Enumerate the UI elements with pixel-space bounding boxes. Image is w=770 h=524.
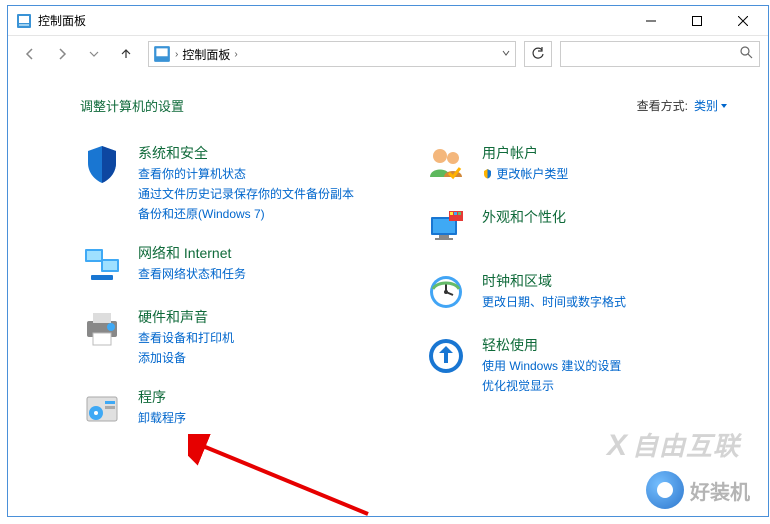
view-by-dropdown[interactable]: 类别 [694, 97, 728, 114]
category-title[interactable]: 时钟和区域 [482, 271, 626, 291]
category-network: 网络和 Internet 查看网络状态和任务 [80, 243, 384, 287]
users-icon [424, 143, 468, 187]
view-by-value: 类别 [694, 97, 718, 114]
category-system-security: 系统和安全 查看你的计算机状态 通过文件历史记录保存你的文件备份副本 备份和还原… [80, 143, 384, 223]
category-title[interactable]: 用户帐户 [482, 143, 568, 163]
back-button[interactable] [16, 40, 44, 68]
network-icon [80, 243, 124, 287]
chevron-right-icon: › [234, 49, 237, 60]
category-link[interactable]: 添加设备 [138, 349, 234, 367]
header-row: 调整计算机的设置 查看方式: 类别 [80, 96, 728, 115]
control-panel-window: 控制面板 › 控制面板 › 调整计算机的设置 [7, 5, 769, 517]
minimize-button[interactable] [628, 6, 674, 36]
category-title[interactable]: 网络和 Internet [138, 243, 246, 263]
refresh-button[interactable] [524, 41, 552, 67]
category-title[interactable]: 轻松使用 [482, 335, 621, 355]
category-link[interactable]: 更改日期、时间或数字格式 [482, 293, 626, 311]
category-title[interactable]: 程序 [138, 387, 186, 407]
category-link[interactable]: 优化视觉显示 [482, 377, 621, 395]
programs-icon [80, 387, 124, 431]
category-link-text: 更改帐户类型 [496, 167, 568, 181]
up-button[interactable] [112, 40, 140, 68]
titlebar: 控制面板 [8, 6, 768, 36]
shield-icon [80, 143, 124, 187]
category-title[interactable]: 系统和安全 [138, 143, 354, 163]
red-arrow-annotation [188, 434, 388, 524]
appearance-icon [424, 207, 468, 251]
category-link[interactable]: 查看你的计算机状态 [138, 165, 354, 183]
breadcrumb-dropdown[interactable] [501, 47, 511, 61]
view-by: 查看方式: 类别 [637, 97, 728, 114]
left-column: 系统和安全 查看你的计算机状态 通过文件历史记录保存你的文件备份副本 备份和还原… [80, 143, 384, 431]
category-link[interactable]: 使用 Windows 建议的设置 [482, 357, 621, 375]
category-link[interactable]: 卸载程序 [138, 409, 186, 427]
navbar: › 控制面板 › [8, 36, 768, 72]
category-title[interactable]: 外观和个性化 [482, 207, 566, 227]
categories: 系统和安全 查看你的计算机状态 通过文件历史记录保存你的文件备份副本 备份和还原… [80, 143, 728, 431]
breadcrumb-root[interactable]: 控制面板 [182, 46, 230, 63]
category-hardware: 硬件和声音 查看设备和打印机 添加设备 [80, 307, 384, 367]
clock-icon [424, 271, 468, 315]
search-input[interactable] [567, 47, 740, 61]
category-programs: 程序 卸载程序 [80, 387, 384, 431]
window-controls [628, 6, 766, 36]
view-by-label: 查看方式: [637, 97, 688, 114]
search-icon [740, 46, 753, 62]
chevron-right-icon: › [175, 49, 178, 60]
search-box[interactable] [560, 41, 760, 67]
category-link[interactable]: 更改帐户类型 [482, 165, 568, 183]
category-ease-of-access: 轻松使用 使用 Windows 建议的设置 优化视觉显示 [424, 335, 728, 395]
ease-of-access-icon [424, 335, 468, 379]
control-panel-icon [16, 13, 32, 29]
window-title: 控制面板 [38, 12, 628, 29]
category-user-accounts: 用户帐户 更改帐户类型 [424, 143, 728, 187]
category-link[interactable]: 备份和还原(Windows 7) [138, 205, 354, 223]
category-link[interactable]: 查看网络状态和任务 [138, 265, 246, 283]
breadcrumb-icon [153, 45, 171, 63]
maximize-button[interactable] [674, 6, 720, 36]
category-link[interactable]: 通过文件历史记录保存你的文件备份副本 [138, 185, 354, 203]
right-column: 用户帐户 更改帐户类型 外观和个性化 [424, 143, 728, 431]
content-area: 调整计算机的设置 查看方式: 类别 系统和安全 查看你的计算机状态 [8, 72, 768, 516]
breadcrumb[interactable]: › 控制面板 › [148, 41, 516, 67]
category-title[interactable]: 硬件和声音 [138, 307, 234, 327]
recent-dropdown[interactable] [80, 40, 108, 68]
category-clock-region: 时钟和区域 更改日期、时间或数字格式 [424, 271, 728, 315]
page-heading: 调整计算机的设置 [80, 96, 184, 115]
forward-button[interactable] [48, 40, 76, 68]
category-link[interactable]: 查看设备和打印机 [138, 329, 234, 347]
category-appearance: 外观和个性化 [424, 207, 728, 251]
printer-icon [80, 307, 124, 351]
close-button[interactable] [720, 6, 766, 36]
